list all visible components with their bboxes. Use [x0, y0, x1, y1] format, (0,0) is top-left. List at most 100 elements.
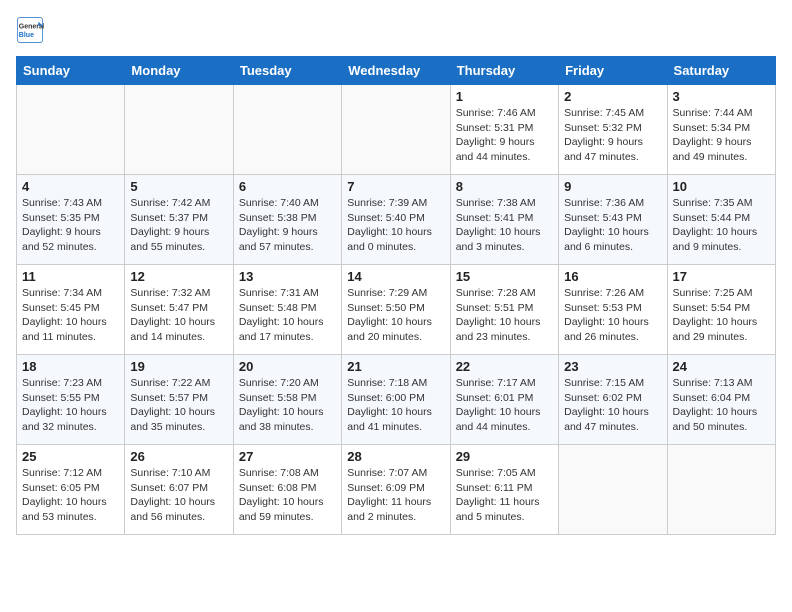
- day-info: Sunrise: 7:45 AMSunset: 5:32 PMDaylight:…: [564, 106, 661, 165]
- day-info: Sunrise: 7:44 AMSunset: 5:34 PMDaylight:…: [673, 106, 770, 165]
- calendar-cell: 11Sunrise: 7:34 AMSunset: 5:45 PMDayligh…: [17, 265, 125, 355]
- weekday-header: Friday: [559, 57, 667, 85]
- calendar-week-row: 4 Sunrise: 7:43 AMSunset: 5:35 PMDaylight…: [17, 175, 776, 265]
- day-number: 29: [456, 449, 553, 464]
- calendar-cell: 20 Sunrise: 7:20 AMSunset: 5:58 PMDayligh…: [233, 355, 341, 445]
- logo: General Blue: [16, 16, 44, 44]
- day-number: 23: [564, 359, 661, 374]
- day-info: Sunrise: 7:17 AMSunset: 6:01 PMDaylight:…: [456, 376, 553, 435]
- calendar-cell: [17, 85, 125, 175]
- weekday-header: Thursday: [450, 57, 558, 85]
- day-info: Sunrise: 7:10 AMSunset: 6:07 PMDaylight:…: [130, 466, 227, 525]
- weekday-header: Sunday: [17, 57, 125, 85]
- logo-icon: General Blue: [16, 16, 44, 44]
- day-number: 3: [673, 89, 770, 104]
- svg-text:Blue: Blue: [19, 32, 34, 39]
- calendar-cell: 26 Sunrise: 7:10 AMSunset: 6:07 PMDayligh…: [125, 445, 233, 535]
- calendar-cell: [342, 85, 450, 175]
- day-info: Sunrise: 7:12 AMSunset: 6:05 PMDaylight:…: [22, 466, 119, 525]
- calendar-cell: 2 Sunrise: 7:45 AMSunset: 5:32 PMDaylight…: [559, 85, 667, 175]
- calendar-body: 1Sunrise: 7:46 AMSunset: 5:31 PMDaylight…: [17, 85, 776, 535]
- calendar-cell: [125, 85, 233, 175]
- day-info: Sunrise: 7:43 AMSunset: 5:35 PMDaylight:…: [22, 196, 119, 255]
- day-number: 14: [347, 269, 444, 284]
- day-number: 18: [22, 359, 119, 374]
- calendar-week-row: 25 Sunrise: 7:12 AMSunset: 6:05 PMDayligh…: [17, 445, 776, 535]
- day-number: 9: [564, 179, 661, 194]
- day-info: Sunrise: 7:40 AMSunset: 5:38 PMDaylight:…: [239, 196, 336, 255]
- day-number: 1: [456, 89, 553, 104]
- day-number: 28: [347, 449, 444, 464]
- calendar-cell: 19Sunrise: 7:22 AMSunset: 5:57 PMDayligh…: [125, 355, 233, 445]
- day-info: Sunrise: 7:13 AMSunset: 6:04 PMDaylight:…: [673, 376, 770, 435]
- calendar-cell: 3 Sunrise: 7:44 AMSunset: 5:34 PMDaylight…: [667, 85, 775, 175]
- day-number: 5: [130, 179, 227, 194]
- day-info: Sunrise: 7:15 AMSunset: 6:02 PMDaylight:…: [564, 376, 661, 435]
- calendar-cell: 27 Sunrise: 7:08 AMSunset: 6:08 PMDayligh…: [233, 445, 341, 535]
- day-info: Sunrise: 7:26 AMSunset: 5:53 PMDaylight:…: [564, 286, 661, 345]
- calendar-cell: 8 Sunrise: 7:38 AMSunset: 5:41 PMDaylight…: [450, 175, 558, 265]
- day-number: 10: [673, 179, 770, 194]
- day-number: 6: [239, 179, 336, 194]
- calendar-cell: 4 Sunrise: 7:43 AMSunset: 5:35 PMDaylight…: [17, 175, 125, 265]
- day-number: 17: [673, 269, 770, 284]
- calendar-cell: [667, 445, 775, 535]
- day-info: Sunrise: 7:05 AMSunset: 6:11 PMDaylight:…: [456, 466, 553, 525]
- calendar-week-row: 1Sunrise: 7:46 AMSunset: 5:31 PMDaylight…: [17, 85, 776, 175]
- calendar-table: SundayMondayTuesdayWednesdayThursdayFrid…: [16, 56, 776, 535]
- day-number: 12: [130, 269, 227, 284]
- day-info: Sunrise: 7:39 AMSunset: 5:40 PMDaylight:…: [347, 196, 444, 255]
- day-info: Sunrise: 7:38 AMSunset: 5:41 PMDaylight:…: [456, 196, 553, 255]
- day-number: 15: [456, 269, 553, 284]
- calendar-cell: 15 Sunrise: 7:28 AMSunset: 5:51 PMDayligh…: [450, 265, 558, 355]
- calendar-cell: 14 Sunrise: 7:29 AMSunset: 5:50 PMDayligh…: [342, 265, 450, 355]
- day-number: 11: [22, 269, 119, 284]
- calendar-cell: 21 Sunrise: 7:18 AMSunset: 6:00 PMDayligh…: [342, 355, 450, 445]
- day-number: 7: [347, 179, 444, 194]
- calendar-week-row: 18 Sunrise: 7:23 AMSunset: 5:55 PMDayligh…: [17, 355, 776, 445]
- weekday-header: Saturday: [667, 57, 775, 85]
- day-number: 21: [347, 359, 444, 374]
- day-number: 4: [22, 179, 119, 194]
- day-number: 22: [456, 359, 553, 374]
- day-number: 20: [239, 359, 336, 374]
- calendar-cell: 16Sunrise: 7:26 AMSunset: 5:53 PMDayligh…: [559, 265, 667, 355]
- calendar-cell: 18 Sunrise: 7:23 AMSunset: 5:55 PMDayligh…: [17, 355, 125, 445]
- calendar-cell: 28 Sunrise: 7:07 AMSunset: 6:09 PMDayligh…: [342, 445, 450, 535]
- day-info: Sunrise: 7:42 AMSunset: 5:37 PMDaylight:…: [130, 196, 227, 255]
- calendar-cell: 10 Sunrise: 7:35 AMSunset: 5:44 PMDayligh…: [667, 175, 775, 265]
- calendar-cell: 23 Sunrise: 7:15 AMSunset: 6:02 PMDayligh…: [559, 355, 667, 445]
- calendar-cell: [233, 85, 341, 175]
- day-number: 2: [564, 89, 661, 104]
- calendar-week-row: 11Sunrise: 7:34 AMSunset: 5:45 PMDayligh…: [17, 265, 776, 355]
- day-info: Sunrise: 7:23 AMSunset: 5:55 PMDaylight:…: [22, 376, 119, 435]
- calendar-cell: 29 Sunrise: 7:05 AMSunset: 6:11 PMDayligh…: [450, 445, 558, 535]
- calendar-cell: 7 Sunrise: 7:39 AMSunset: 5:40 PMDaylight…: [342, 175, 450, 265]
- day-number: 24: [673, 359, 770, 374]
- page-header: General Blue: [16, 16, 776, 44]
- calendar-cell: 6 Sunrise: 7:40 AMSunset: 5:38 PMDaylight…: [233, 175, 341, 265]
- day-number: 25: [22, 449, 119, 464]
- day-info: Sunrise: 7:31 AMSunset: 5:48 PMDaylight:…: [239, 286, 336, 345]
- day-info: Sunrise: 7:25 AMSunset: 5:54 PMDaylight:…: [673, 286, 770, 345]
- day-info: Sunrise: 7:18 AMSunset: 6:00 PMDaylight:…: [347, 376, 444, 435]
- calendar-cell: 25 Sunrise: 7:12 AMSunset: 6:05 PMDayligh…: [17, 445, 125, 535]
- day-info: Sunrise: 7:20 AMSunset: 5:58 PMDaylight:…: [239, 376, 336, 435]
- day-info: Sunrise: 7:28 AMSunset: 5:51 PMDaylight:…: [456, 286, 553, 345]
- day-info: Sunrise: 7:07 AMSunset: 6:09 PMDaylight:…: [347, 466, 444, 525]
- calendar-cell: 9 Sunrise: 7:36 AMSunset: 5:43 PMDaylight…: [559, 175, 667, 265]
- day-info: Sunrise: 7:22 AMSunset: 5:57 PMDaylight:…: [130, 376, 227, 435]
- weekday-header: Wednesday: [342, 57, 450, 85]
- day-info: Sunrise: 7:08 AMSunset: 6:08 PMDaylight:…: [239, 466, 336, 525]
- day-info: Sunrise: 7:29 AMSunset: 5:50 PMDaylight:…: [347, 286, 444, 345]
- calendar-cell: 17 Sunrise: 7:25 AMSunset: 5:54 PMDayligh…: [667, 265, 775, 355]
- weekday-header: Tuesday: [233, 57, 341, 85]
- day-number: 26: [130, 449, 227, 464]
- day-number: 27: [239, 449, 336, 464]
- day-number: 8: [456, 179, 553, 194]
- calendar-cell: 13 Sunrise: 7:31 AMSunset: 5:48 PMDayligh…: [233, 265, 341, 355]
- day-info: Sunrise: 7:35 AMSunset: 5:44 PMDaylight:…: [673, 196, 770, 255]
- day-number: 13: [239, 269, 336, 284]
- day-info: Sunrise: 7:36 AMSunset: 5:43 PMDaylight:…: [564, 196, 661, 255]
- calendar-cell: 5 Sunrise: 7:42 AMSunset: 5:37 PMDaylight…: [125, 175, 233, 265]
